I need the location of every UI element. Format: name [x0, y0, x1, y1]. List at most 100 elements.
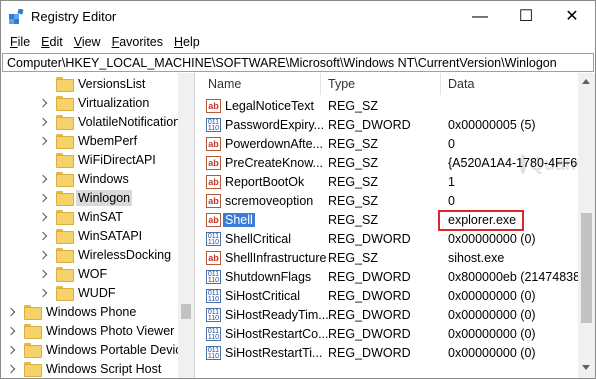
menu-favorites[interactable]: Favorites [107, 35, 168, 49]
tree-scrollbar[interactable] [178, 73, 194, 378]
maximize-button[interactable]: ☐ [503, 1, 549, 32]
tree-item[interactable]: WOF [39, 264, 109, 283]
value-row[interactable]: ab PreCreateKnow... REG_SZ {A520A1A4-1780-4… [198, 154, 578, 173]
folder-icon [56, 267, 74, 282]
value-row[interactable]: ab ReportBootOk REG_SZ 1 [198, 173, 578, 192]
folder-icon [24, 305, 42, 320]
value-name-label: SiHostReadyTim... [225, 308, 329, 322]
tree-item[interactable]: Windows [39, 169, 131, 188]
tree-item-label: Windows Photo Viewer [46, 323, 175, 338]
value-name: LegalNoticeText [225, 99, 314, 113]
registry-editor-window: Registry Editor — ☐ ✕ File Edit View Fav… [0, 0, 596, 379]
chevron-right-icon[interactable] [7, 307, 17, 317]
address-bar[interactable]: Computer\HKEY_LOCAL_MACHINE\SOFTWARE\Mic… [2, 53, 594, 72]
tree-item[interactable]: WinSATAPI [39, 226, 144, 245]
chevron-right-icon[interactable] [39, 174, 49, 184]
tree-item-label: Windows Script Host [46, 361, 162, 376]
value-name: SiHostReadyTim... [225, 308, 329, 322]
tree-scrollbar-thumb[interactable] [181, 304, 191, 319]
tree-item[interactable]: Winlogon [39, 188, 133, 207]
value-data: 0x00000000 (0) [448, 327, 536, 341]
chevron-right-icon[interactable] [39, 117, 49, 127]
value-name: PreCreateKnow... [225, 156, 323, 170]
tree-item[interactable]: VersionsList [39, 74, 147, 93]
chevron-right-icon[interactable] [39, 288, 49, 298]
values-scrollbar[interactable] [578, 73, 595, 378]
folder-icon [56, 115, 74, 130]
value-row[interactable]: ab scremoveoption REG_SZ 0 [198, 192, 578, 211]
chevron-right-icon[interactable] [7, 345, 17, 355]
value-row[interactable]: 011 110 SiHostReadyTim... REG_DWORD 0x000000… [198, 306, 578, 325]
chevron-right-icon[interactable] [39, 231, 49, 241]
value-type: REG_SZ [328, 175, 379, 189]
tree-item-label: WinSATAPI [78, 228, 143, 243]
values-list-pane[interactable]: Name Type Data Quantrimang abLegalNotice… [198, 73, 578, 378]
tree-item[interactable]: Windows Script Host [7, 359, 163, 378]
column-header-data[interactable]: Data [448, 73, 474, 95]
tree-item[interactable]: WUDF [39, 283, 118, 302]
chevron-right-icon[interactable] [39, 269, 49, 279]
folder-icon [24, 324, 42, 339]
key-tree-pane[interactable]: VersionsList Virtualization VolatileNotifi… [1, 73, 195, 378]
minimize-button[interactable]: — [457, 1, 503, 32]
minimize-icon: — [472, 7, 488, 25]
tree-item[interactable]: WbemPerf [39, 131, 139, 150]
close-button[interactable]: ✕ [549, 1, 595, 32]
chevron-right-icon[interactable] [7, 326, 17, 336]
value-name: SiHostCritical [225, 289, 300, 303]
tree-item[interactable]: Virtualization [39, 93, 151, 112]
menu-view[interactable]: View [69, 35, 106, 49]
value-row[interactable]: 011 110 SiHostRestartTi... REG_DWORD 0x00000… [198, 344, 578, 363]
tree-item[interactable]: WirelessDocking [39, 245, 173, 264]
value-row[interactable]: 011 110 PasswordExpiry... REG_DWORD 0x000000… [198, 116, 578, 135]
tree-item-label: WbemPerf [78, 133, 138, 148]
tree-item[interactable]: Windows Photo Viewer [7, 321, 176, 340]
value-row[interactable]: 011 110 SiHostCritical REG_DWORD 0x00000000 … [198, 287, 578, 306]
chevron-right-icon[interactable] [39, 193, 49, 203]
value-name-label: scremoveoption [225, 194, 314, 208]
column-header-type[interactable]: Type [328, 73, 355, 95]
value-row[interactable]: ab LegalNoticeText REG_SZ [198, 97, 578, 116]
chevron-right-icon[interactable] [39, 136, 49, 146]
menu-file[interactable]: File [5, 35, 35, 49]
value-data: 0x00000000 (0) [448, 346, 536, 360]
scroll-down-arrow-icon[interactable] [582, 365, 590, 370]
dword-value-icon: 011 110 [206, 289, 221, 303]
column-divider[interactable] [440, 73, 441, 95]
dword-value-icon: 011 110 [206, 308, 221, 322]
menu-help[interactable]: Help [169, 35, 205, 49]
tree-item[interactable]: VolatileNotifications [39, 112, 188, 131]
string-value-icon: ab [206, 99, 221, 113]
folder-icon [56, 286, 74, 301]
chevron-right-icon[interactable] [39, 98, 49, 108]
folder-icon [24, 343, 42, 358]
value-name-label: ShutdownFlags [225, 270, 312, 284]
value-name-label: PasswordExpiry... [225, 118, 325, 132]
value-type: REG_SZ [328, 251, 379, 265]
value-row[interactable]: 011 110 ShellCritical REG_DWORD 0x00000000 (… [198, 230, 578, 249]
tree-item[interactable]: WiFiDirectAPI [39, 150, 158, 169]
tree-item[interactable]: Windows Portable Devices [7, 340, 194, 359]
tree-item[interactable]: Windows Phone [7, 302, 138, 321]
value-data: {A520A1A4-1780-4FF6-B [448, 156, 578, 170]
values-scrollbar-thumb[interactable] [581, 213, 592, 323]
tree-item-label: Windows Phone [46, 304, 137, 319]
folder-icon [56, 153, 74, 168]
value-row[interactable]: ab ShellInfrastructure REG_SZ sihost.exe [198, 249, 578, 268]
scroll-up-arrow-icon[interactable] [582, 79, 590, 84]
value-row[interactable]: 011 110 SiHostRestartCo... REG_DWORD 0x00000… [198, 325, 578, 344]
value-name: scremoveoption [225, 194, 313, 208]
chevron-right-icon[interactable] [39, 250, 49, 260]
value-type: REG_DWORD [328, 289, 411, 303]
chevron-right-icon[interactable] [7, 364, 17, 374]
value-type: REG_DWORD [328, 308, 411, 322]
value-row[interactable]: 011 110 ShutdownFlags REG_DWORD 0x800000eb (… [198, 268, 578, 287]
tree-item[interactable]: WinSAT [39, 207, 125, 226]
value-row[interactable]: ab PowerdownAfte... REG_SZ 0 [198, 135, 578, 154]
column-header-name[interactable]: Name [208, 73, 241, 95]
chevron-right-icon[interactable] [39, 212, 49, 222]
tree-item-label: WUDF [78, 285, 116, 300]
column-divider[interactable] [320, 73, 321, 95]
menu-edit[interactable]: Edit [36, 35, 68, 49]
value-row[interactable]: ab Shell REG_SZ explorer.exe [198, 210, 578, 231]
